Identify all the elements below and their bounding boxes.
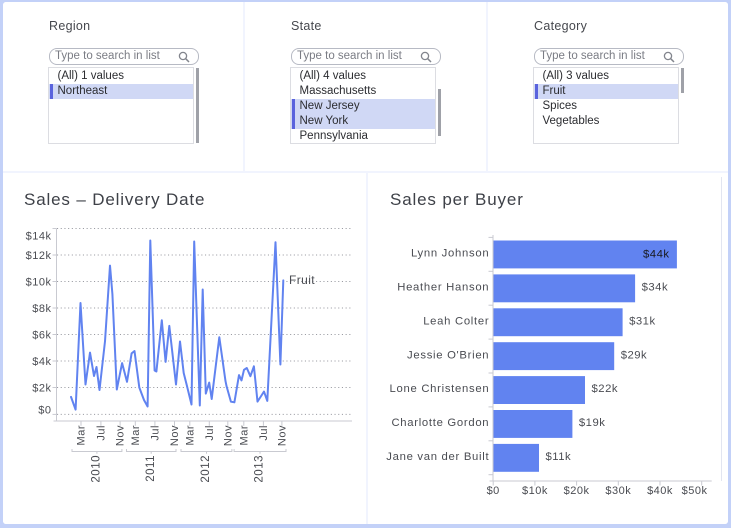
svg-text:$2k: $2k [32,383,51,395]
svg-text:Nov: Nov [222,425,234,446]
svg-text:$11k: $11k [546,451,572,463]
svg-text:$34k: $34k [642,282,669,294]
svg-text:$4k: $4k [32,356,51,368]
svg-text:$12k: $12k [26,250,52,262]
svg-text:$8k: $8k [32,303,51,315]
svg-text:$10k: $10k [26,277,52,289]
svg-text:Lone Christensen: Lone Christensen [390,383,490,395]
svg-text:$6k: $6k [32,330,51,342]
svg-text:2012: 2012 [200,455,212,483]
svg-text:$29k: $29k [621,349,648,361]
svg-text:$30k: $30k [605,485,631,497]
svg-text:$44k: $44k [643,248,670,260]
svg-text:$0: $0 [487,485,500,497]
svg-text:Mar: Mar [184,425,196,445]
svg-text:Mar: Mar [238,425,250,445]
svg-text:$50k: $50k [682,485,708,497]
svg-text:$14k: $14k [26,231,52,243]
svg-text:$40k: $40k [647,485,673,497]
svg-text:Lynn Johnson: Lynn Johnson [411,248,489,260]
svg-text:$10k: $10k [522,485,548,497]
svg-text:2011: 2011 [145,455,157,482]
svg-text:Mar: Mar [130,425,142,445]
svg-text:Jessie O'Brien: Jessie O'Brien [407,349,489,361]
svg-text:2010: 2010 [91,455,103,483]
svg-text:Fruit: Fruit [289,273,315,287]
svg-text:$20k: $20k [564,485,590,497]
svg-text:Charlotte Gordon: Charlotte Gordon [391,417,489,429]
svg-text:$22k: $22k [592,383,619,395]
svg-text:$0: $0 [38,405,51,417]
svg-text:$19k: $19k [579,417,606,429]
svg-text:$31k: $31k [629,315,656,327]
svg-text:Nov: Nov [276,425,288,446]
svg-text:Jul: Jul [149,425,161,441]
svg-text:Jul: Jul [95,425,107,441]
svg-text:Mar: Mar [76,425,88,445]
svg-text:Jul: Jul [258,425,270,441]
svg-text:Heather Hanson: Heather Hanson [397,282,489,294]
svg-text:2013: 2013 [254,455,266,483]
svg-text:Leah Colter: Leah Colter [423,315,489,327]
svg-text:Nov: Nov [169,425,181,446]
svg-text:Jul: Jul [204,425,216,441]
svg-text:Jane van der Built: Jane van der Built [386,451,489,463]
svg-text:Nov: Nov [115,425,127,446]
